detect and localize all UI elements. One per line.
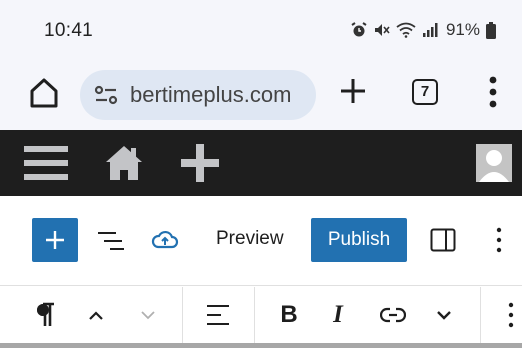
chevron-up-icon (89, 311, 103, 320)
move-up-button[interactable] (84, 301, 108, 329)
save-draft-button[interactable] (150, 226, 180, 252)
block-options-button[interactable] (506, 301, 516, 329)
block-toolbar: B I (0, 287, 522, 343)
bold-button[interactable]: B (274, 301, 304, 329)
paragraph-block-button[interactable] (32, 301, 58, 329)
browser-toolbar: bertimeplus.com 7 (0, 62, 522, 130)
home-icon (30, 78, 58, 108)
admin-menu-button[interactable] (24, 142, 68, 184)
overflow-menu-icon (508, 302, 514, 328)
editor-options-button[interactable] (494, 225, 504, 255)
site-info-icon[interactable] (94, 84, 118, 106)
new-tab-button[interactable] (338, 76, 368, 106)
preview-button[interactable]: Preview (216, 228, 284, 250)
overflow-menu-icon (496, 227, 502, 253)
signal-icon (422, 23, 438, 37)
status-time: 10:41 (44, 20, 94, 41)
home-button[interactable] (28, 76, 60, 110)
cloud-upload-icon (151, 230, 179, 249)
tab-switcher-button[interactable]: 7 (412, 79, 438, 105)
link-button[interactable] (378, 301, 408, 329)
italic-button[interactable]: I (326, 301, 350, 329)
alarm-icon (351, 22, 367, 37)
hamburger-icon (24, 146, 68, 180)
address-bar[interactable]: bertimeplus.com (80, 70, 316, 120)
list-view-button[interactable] (96, 228, 126, 254)
avatar-icon (476, 144, 512, 182)
new-tab-icon (341, 79, 365, 103)
site-home-icon (106, 146, 142, 180)
move-down-button[interactable] (136, 301, 160, 329)
align-icon (207, 305, 229, 325)
content-separator (0, 343, 522, 348)
battery-percent: 91% (445, 20, 480, 39)
toolbar-divider (480, 287, 481, 343)
align-button[interactable] (204, 301, 232, 329)
sidebar-icon (430, 228, 456, 252)
site-home-button[interactable] (104, 143, 144, 183)
link-icon (380, 307, 406, 323)
more-formatting-button[interactable] (432, 301, 456, 329)
plus-icon (181, 144, 219, 182)
url-text: bertimeplus.com (130, 82, 292, 107)
editor-header-toolbar: Preview Publish (0, 196, 522, 286)
plus-icon (46, 231, 64, 249)
admin-new-content-button[interactable] (181, 144, 219, 182)
overflow-menu-icon (489, 76, 497, 108)
chevron-down-icon (141, 311, 155, 320)
status-bar: 10:41 91% (0, 0, 522, 62)
status-icons: 91% (351, 20, 496, 40)
settings-sidebar-button[interactable] (430, 228, 456, 252)
publish-button[interactable]: Publish (311, 218, 407, 262)
admin-bar (0, 130, 522, 196)
more-formatting-icon (437, 311, 451, 320)
battery-icon (486, 21, 496, 39)
paragraph-icon (37, 302, 54, 326)
toolbar-divider (254, 287, 255, 343)
wifi-icon (396, 22, 416, 38)
block-inserter-button[interactable] (32, 218, 78, 262)
avatar[interactable] (476, 144, 512, 182)
toolbar-divider (182, 287, 183, 343)
list-view-icon (98, 232, 124, 250)
browser-menu-button[interactable] (486, 75, 500, 109)
mute-icon (374, 24, 390, 36)
